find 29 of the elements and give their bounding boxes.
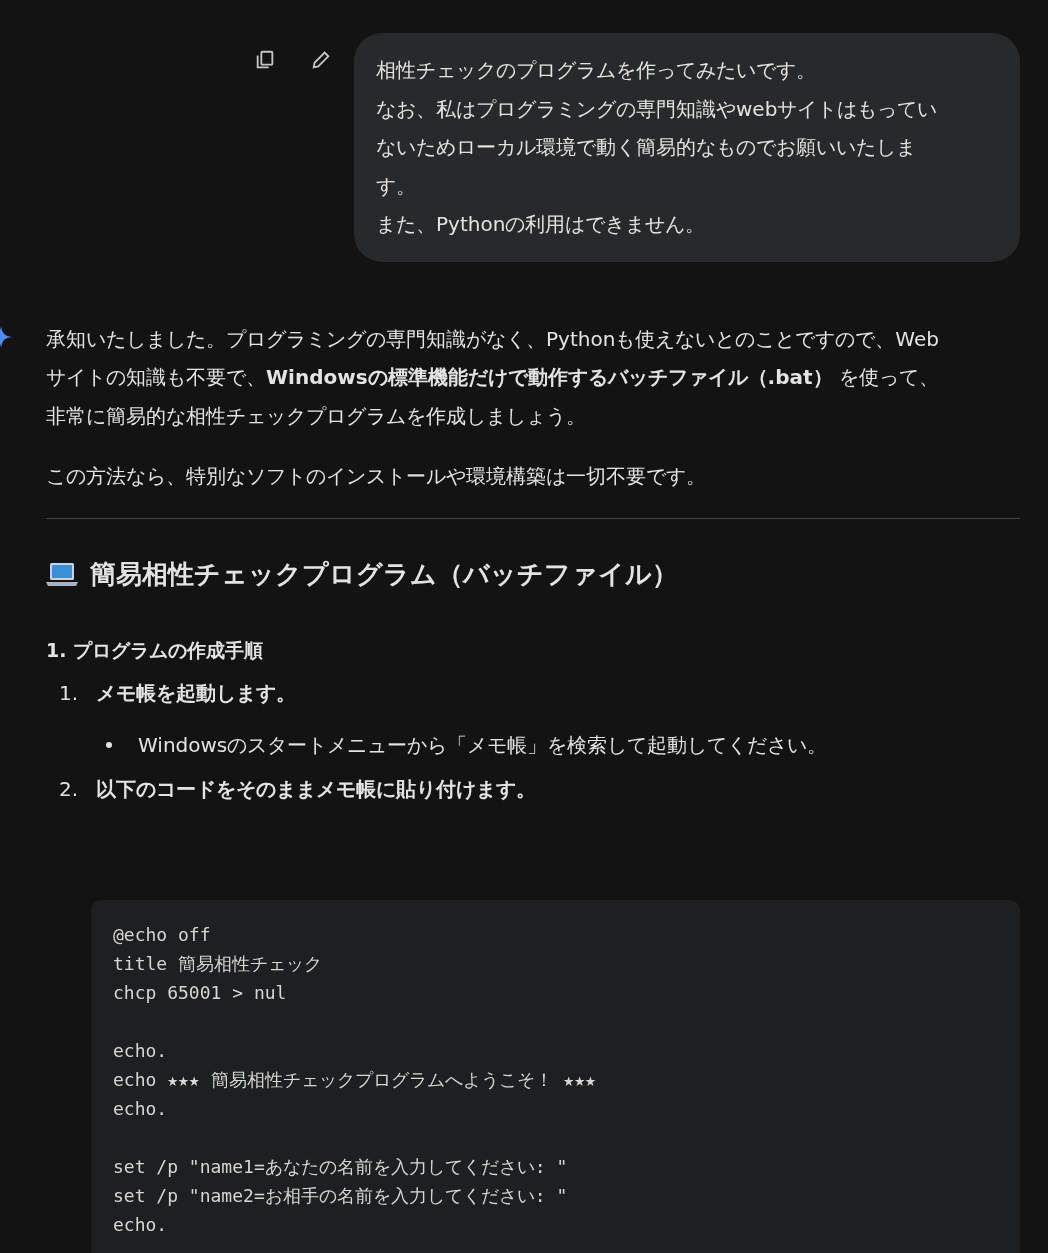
response-text: サイトの知識も不要で、Windowsの標準機能だけで動作するバッチファイル（.bat） を使って、 [46, 364, 939, 391]
message-text: 相性チェックのプログラムを作ってみたいです。 [376, 57, 816, 84]
code-line: echo. [113, 1213, 168, 1237]
code-line: set /p "name2=お相手の名前を入力してください: " [113, 1184, 568, 1208]
section-heading: 簡易相性チェックプログラム（バッチファイル） [90, 557, 678, 591]
response-text: 承知いたしました。プログラミングの専門知識がなく、Pythonも使えないとのことですので、Web [46, 325, 939, 353]
copy-icon[interactable] [254, 49, 276, 71]
message-text: ないためローカル環境で動く簡易的なものでお願いいたしま [376, 134, 916, 161]
response-text: 非常に簡易的な相性チェックプログラムを作成しましょう。 [46, 402, 586, 430]
code-line: @echo off [113, 923, 211, 947]
message-text: す。 [376, 172, 416, 200]
message-text: なお、私はプログラミングの専門知識やwebサイトはもってい [376, 95, 938, 123]
code-line: title 簡易相性チェック [113, 952, 323, 976]
code-line: echo ★★★ 簡易相性チェックプログラムへようこそ！ ★★★ [113, 1068, 596, 1092]
subheading: 1. プログラムの作成手順 [46, 637, 264, 663]
code-line: set /p "name1=あなたの名前を入力してください: " [113, 1155, 568, 1179]
step-title: 以下のコードをそのままメモ帳に貼り付けます。 [96, 776, 536, 803]
code-line: chcp 65001 > nul [113, 981, 287, 1005]
list-number: 2. [59, 776, 80, 803]
response-text: この方法なら、特別なソフトのインストールや環境構築は一切不要です。 [46, 463, 706, 490]
bullet-text: Windowsのスタートメニューから「メモ帳」を検索して起動してください。 [138, 732, 828, 759]
step-title: メモ帳を起動します。 [96, 680, 296, 707]
message-text: また、Pythonの利用はできません。 [376, 211, 706, 238]
code-line: echo. [113, 1039, 168, 1063]
list-number: 1. [59, 680, 80, 707]
laptop-icon [46, 561, 78, 587]
code-line: echo. [113, 1097, 168, 1121]
edit-icon[interactable] [310, 49, 332, 71]
sparkle-icon [0, 326, 12, 348]
